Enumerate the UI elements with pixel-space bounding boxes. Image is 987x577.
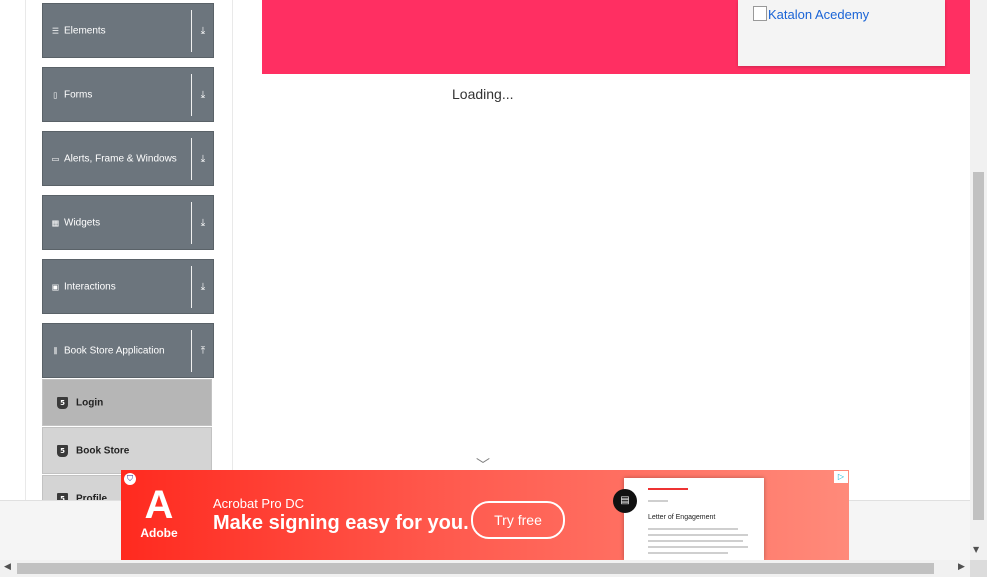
adchoices-icon[interactable]: ▷ — [834, 471, 848, 483]
horizontal-scrollbar-thumb[interactable] — [17, 563, 934, 574]
divider — [191, 74, 192, 116]
divider — [191, 266, 192, 308]
download-arrow-icon[interactable]: ⤓ — [197, 89, 209, 100]
form-icon: ▯ — [53, 90, 58, 99]
vertical-scrollbar-thumb[interactable] — [973, 172, 984, 520]
doc-line — [648, 488, 688, 490]
upload-arrow-icon[interactable]: ⤒ — [197, 345, 209, 356]
sidebar-group-forms[interactable]: ▯ Forms ⤓ — [42, 67, 214, 122]
banner-image-card[interactable]: Katalon Acedemy — [738, 0, 945, 66]
download-arrow-icon[interactable]: ⤓ — [197, 281, 209, 292]
divider — [191, 202, 192, 244]
grid-icon: ▦ — [51, 218, 60, 227]
sidebar-group-label: Interactions — [64, 281, 116, 292]
document-icon: ▤ — [613, 489, 637, 513]
banner-image-link[interactable]: Katalon Acedemy — [753, 6, 869, 22]
sidebar-group-label: Elements — [64, 25, 106, 36]
shield-icon[interactable]: ⛉ — [124, 473, 136, 485]
interaction-icon: ▣ — [51, 282, 60, 291]
doc-line — [648, 534, 748, 536]
books-icon: ⫼ — [53, 346, 58, 355]
sidebar-group-interactions[interactable]: ▣ Interactions ⤓ — [42, 259, 214, 314]
download-arrow-icon[interactable]: ⤓ — [197, 217, 209, 228]
adobe-logo: A Adobe — [136, 484, 182, 544]
ad-brand: Adobe — [140, 526, 178, 540]
scroll-right-arrow-icon[interactable]: ▶ — [958, 562, 965, 572]
download-arrow-icon[interactable]: ⤓ — [197, 153, 209, 164]
sidebar-group-label: Book Store Application — [64, 345, 165, 356]
banner-image-alt: Katalon Acedemy — [768, 7, 870, 22]
scroll-down-arrow-icon[interactable]: ▼ — [973, 545, 979, 554]
sidebar-group-label: Alerts, Frame & Windows — [64, 153, 177, 164]
divider — [191, 330, 192, 372]
sidebar-item-book-store[interactable]: 5 Book Store — [42, 427, 212, 474]
divider — [191, 10, 192, 52]
doc-line — [648, 528, 738, 530]
ad-product-name: Acrobat Pro DC — [213, 496, 305, 511]
sidebar-item-login[interactable]: 5 Login — [42, 379, 212, 426]
menu-icon: ☰ — [51, 26, 60, 35]
loading-text: Loading... — [452, 86, 514, 102]
sidebar-group-label: Forms — [64, 89, 93, 100]
ad-document-title: Letter of Engagement — [648, 514, 716, 521]
ad-document-preview: Letter of Engagement — [624, 478, 764, 560]
broken-image-icon — [753, 6, 767, 21]
sidebar-group-alerts[interactable]: ▭ Alerts, Frame & Windows ⤓ — [42, 131, 214, 186]
ad-headline: Make signing easy for you. — [213, 512, 469, 534]
try-free-button[interactable]: Try free — [471, 501, 565, 539]
adobe-logo-mark: A — [144, 483, 174, 527]
html5-icon: 5 — [57, 396, 68, 409]
window-icon: ▭ — [51, 154, 60, 163]
download-arrow-icon[interactable]: ⤓ — [197, 25, 209, 36]
doc-line — [648, 500, 668, 502]
html5-icon: 5 — [57, 444, 68, 457]
sidebar-item-label: Login — [76, 397, 104, 408]
scrollbar-corner — [970, 560, 987, 577]
sidebar-group-widgets[interactable]: ▦ Widgets ⤓ — [42, 195, 214, 250]
sidebar-group-label: Widgets — [64, 217, 101, 228]
sidebar-item-label: Book Store — [76, 445, 130, 456]
sidebar-group-book-store[interactable]: ⫼ Book Store Application ⤒ — [42, 323, 214, 378]
sidebar-group-elements[interactable]: ☰ Elements ⤓ — [42, 3, 214, 58]
divider — [191, 138, 192, 180]
advertisement-banner[interactable]: ⛉ ▷ A Adobe Acrobat Pro DC Make signing … — [121, 470, 849, 560]
scroll-left-arrow-icon[interactable]: ◀ — [4, 562, 11, 572]
doc-line — [648, 540, 743, 542]
doc-line — [648, 546, 748, 548]
doc-line — [648, 552, 728, 554]
